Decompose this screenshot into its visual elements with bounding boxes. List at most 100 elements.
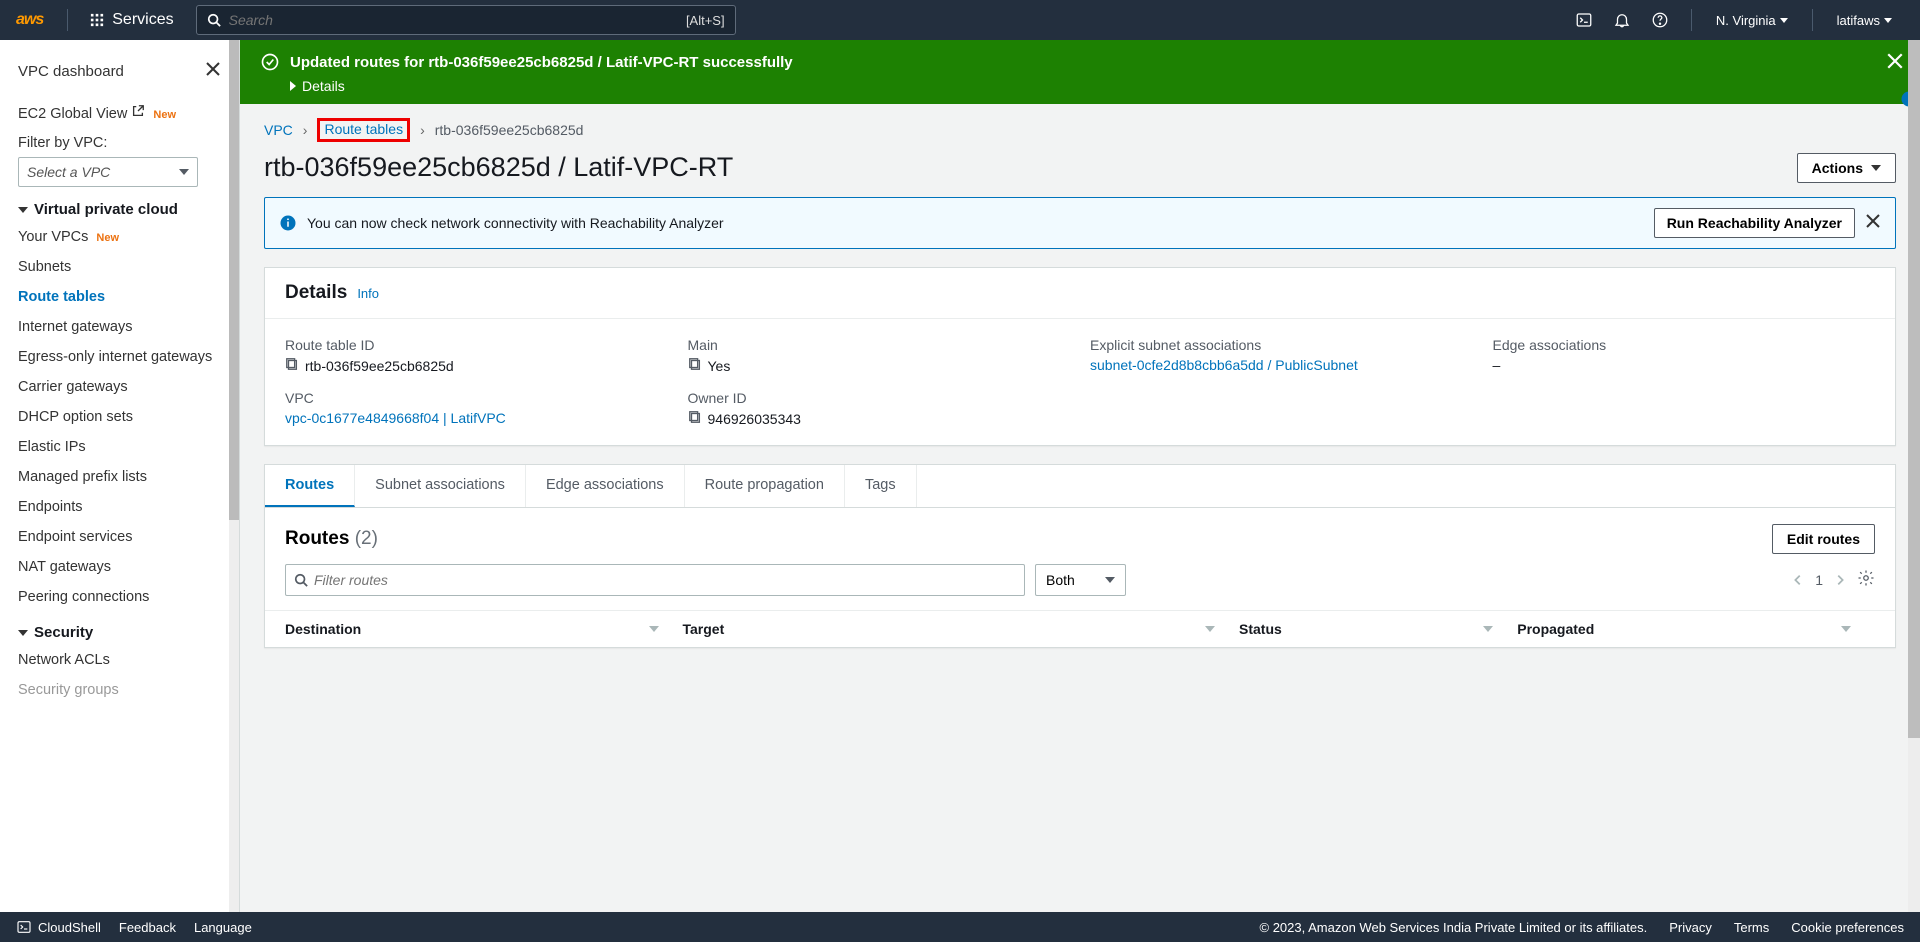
caret-down-icon	[18, 630, 28, 636]
footer-language[interactable]: Language	[194, 920, 252, 935]
sidebar-item-dhcp-option-sets[interactable]: DHCP option sets	[18, 402, 221, 432]
sidebar-item-managed-prefix-lists[interactable]: Managed prefix lists	[18, 462, 221, 492]
col-target[interactable]: Target	[683, 621, 1240, 637]
sidebar-item-security-groups[interactable]: Security groups	[18, 675, 221, 705]
subnet-link[interactable]: subnet-0cfe2d8b8cbb6a5dd / PublicSubnet	[1090, 357, 1358, 373]
global-search[interactable]: [Alt+S]	[196, 5, 736, 35]
breadcrumb-route-tables[interactable]: Route tables	[317, 118, 410, 142]
detail-label: Route table ID	[285, 337, 668, 353]
page-number: 1	[1815, 572, 1823, 588]
sidebar-close-button[interactable]	[205, 61, 221, 82]
sidebar-ec2-global-view[interactable]: EC2 Global View New	[18, 97, 221, 129]
tab-routes[interactable]: Routes	[265, 465, 355, 507]
details-info-link[interactable]: Info	[357, 286, 379, 301]
sort-icon	[1841, 626, 1851, 632]
caret-down-icon	[1884, 18, 1892, 23]
region-selector[interactable]: N. Virginia	[1704, 13, 1800, 28]
cloudshell-icon-button[interactable]	[1565, 4, 1603, 36]
vpc-link[interactable]: vpc-0c1677e4849668f04 | LatifVPC	[285, 410, 506, 426]
shell: VPC dashboard EC2 Global View New Filter…	[0, 40, 1920, 912]
sidebar-item-your-vpcs[interactable]: Your VPCs New	[18, 222, 221, 252]
tab-subnet-associations[interactable]: Subnet associations	[355, 465, 526, 507]
detail-vpc: VPC vpc-0c1677e4849668f04 | LatifVPC	[285, 390, 668, 427]
group-label: Security	[34, 624, 93, 641]
actions-label: Actions	[1812, 160, 1863, 176]
footer-cookies[interactable]: Cookie preferences	[1791, 920, 1904, 935]
tab-tags[interactable]: Tags	[845, 465, 917, 507]
routes-panel: Routes Subnet associations Edge associat…	[264, 464, 1896, 648]
sidebar-group-security[interactable]: Security	[18, 624, 221, 641]
sidebar-item-network-acls[interactable]: Network ACLs	[18, 645, 221, 675]
notifications-button[interactable]	[1603, 4, 1641, 36]
top-nav: aws Services [Alt+S] N. Virginia latifaw…	[0, 0, 1920, 40]
col-status[interactable]: Status	[1239, 621, 1517, 637]
help-button[interactable]	[1641, 4, 1679, 36]
external-link-icon	[131, 104, 145, 118]
search-shortcut: [Alt+S]	[686, 13, 725, 28]
routes-header: Routes (2) Edit routes	[265, 508, 1895, 564]
detail-label: VPC	[285, 390, 668, 406]
aws-logo[interactable]: aws	[16, 11, 43, 29]
gear-icon	[1857, 569, 1875, 587]
page-header: rtb-036f59ee25cb6825d / Latif-VPC-RT Act…	[264, 152, 1896, 183]
group-label: Virtual private cloud	[34, 201, 178, 218]
sidebar-vpc-dashboard[interactable]: VPC dashboard	[18, 56, 124, 87]
sidebar-item-subnets[interactable]: Subnets	[18, 252, 221, 282]
caret-right-icon	[290, 81, 296, 91]
main-scroll-thumb[interactable]	[1908, 40, 1920, 738]
table-settings-button[interactable]	[1857, 569, 1875, 592]
footer-terms[interactable]: Terms	[1734, 920, 1769, 935]
routes-count: (2)	[355, 528, 378, 549]
footer-feedback[interactable]: Feedback	[119, 920, 176, 935]
routes-filter[interactable]	[285, 564, 1025, 596]
breadcrumb-vpc[interactable]: VPC	[264, 122, 293, 138]
tab-route-propagation[interactable]: Route propagation	[685, 465, 845, 507]
detail-label: Edge associations	[1493, 337, 1876, 353]
divider	[1812, 9, 1813, 31]
next-page-button[interactable]	[1833, 573, 1847, 587]
sidebar-item-egress-only-igw[interactable]: Egress-only internet gateways	[18, 342, 221, 372]
routes-table-header: Destination Target Status Propagated	[265, 610, 1895, 647]
sidebar-item-route-tables[interactable]: Route tables	[18, 282, 221, 312]
flash-details-toggle[interactable]: Details	[290, 78, 1900, 94]
sidebar-item-endpoint-services[interactable]: Endpoint services	[18, 522, 221, 552]
tab-edge-associations[interactable]: Edge associations	[526, 465, 685, 507]
actions-dropdown-button[interactable]: Actions	[1797, 153, 1896, 183]
flash-message: Updated routes for rtb-036f59ee25cb6825d…	[290, 54, 793, 71]
col-propagated[interactable]: Propagated	[1517, 621, 1875, 637]
sidebar-item-internet-gateways[interactable]: Internet gateways	[18, 312, 221, 342]
footer-cloudshell[interactable]: CloudShell	[16, 919, 101, 935]
grid-icon	[90, 13, 104, 27]
sidebar-item-elastic-ips[interactable]: Elastic IPs	[18, 432, 221, 462]
sidebar-item-endpoints[interactable]: Endpoints	[18, 492, 221, 522]
sidebar-group-vpc[interactable]: Virtual private cloud	[18, 201, 221, 218]
sidebar-item-carrier-gateways[interactable]: Carrier gateways	[18, 372, 221, 402]
banner-close-button[interactable]	[1865, 213, 1881, 234]
vpc-filter-select[interactable]: Select a VPC	[18, 157, 198, 187]
sidebar-scroll-thumb[interactable]	[229, 40, 239, 520]
run-reachability-analyzer-button[interactable]: Run Reachability Analyzer	[1654, 208, 1855, 238]
region-label: N. Virginia	[1716, 13, 1776, 28]
flash-close-button[interactable]	[1886, 52, 1904, 75]
caret-down-icon	[18, 207, 28, 213]
routes-state-selector[interactable]: Both	[1035, 564, 1126, 596]
account-menu[interactable]: latifaws	[1825, 13, 1904, 28]
routes-filter-input[interactable]	[314, 572, 1016, 588]
detail-explicit-subnet-assoc: Explicit subnet associations subnet-0cfe…	[1090, 337, 1473, 374]
services-menu-button[interactable]: Services	[80, 4, 183, 36]
col-destination[interactable]: Destination	[285, 621, 683, 637]
sidebar-item-peering-connections[interactable]: Peering connections	[18, 582, 221, 612]
footer-privacy[interactable]: Privacy	[1669, 920, 1712, 935]
sort-icon	[1483, 626, 1493, 632]
prev-page-button[interactable]	[1791, 573, 1805, 587]
copy-icon[interactable]	[688, 410, 702, 427]
item-label: Your VPCs	[18, 229, 88, 245]
sidebar-item-nat-gateways[interactable]: NAT gateways	[18, 552, 221, 582]
new-badge: New	[96, 232, 119, 244]
edit-routes-button[interactable]: Edit routes	[1772, 524, 1875, 554]
search-input[interactable]	[229, 12, 686, 28]
close-icon	[1865, 213, 1881, 229]
copy-icon[interactable]	[688, 357, 702, 374]
main-content: Updated routes for rtb-036f59ee25cb6825d…	[240, 40, 1920, 912]
copy-icon[interactable]	[285, 357, 299, 374]
